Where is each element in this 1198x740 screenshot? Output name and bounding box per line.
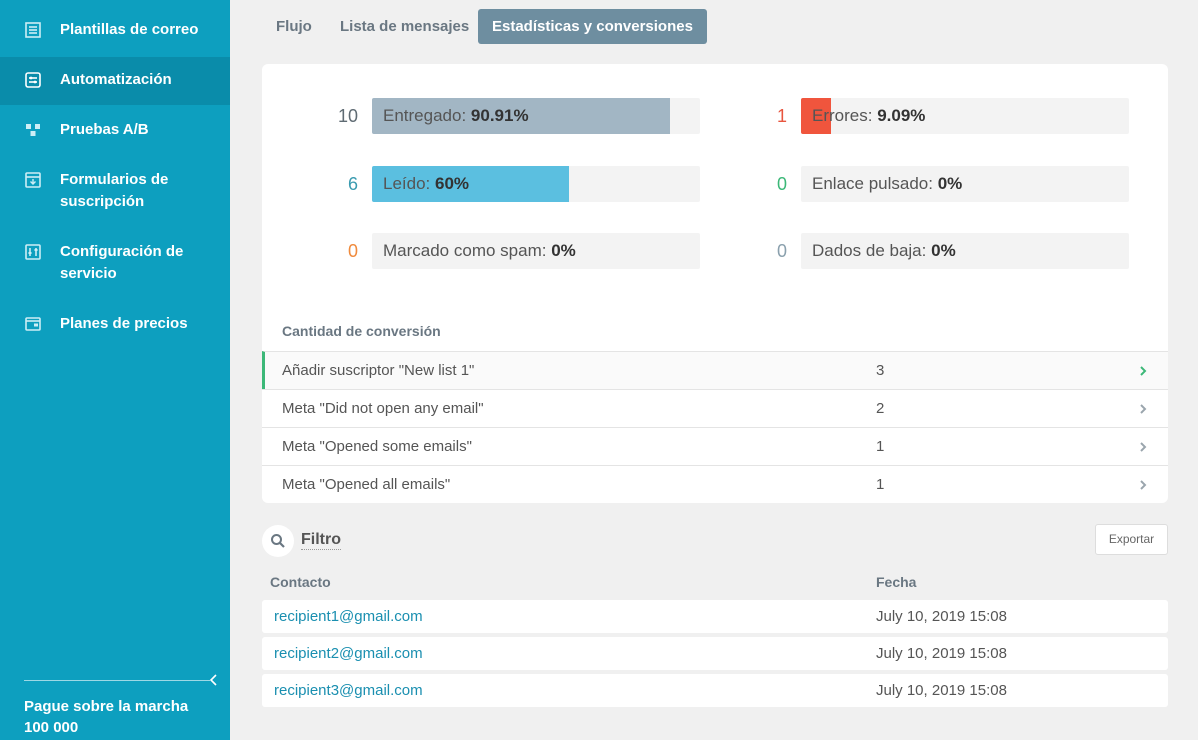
- stat-label: Marcado como spam: 0%: [383, 241, 576, 260]
- stat-label: Dados de baja: 0%: [812, 241, 956, 260]
- stat-count-delivered: 10: [337, 106, 358, 126]
- stat-label: Leído: 60%: [383, 174, 470, 193]
- ab-test-icon: [24, 121, 42, 139]
- tab-stats-conversions[interactable]: Estadísticas y conversiones: [478, 9, 707, 44]
- stat-bar-link-clicked: Enlace pulsado: 0%: [801, 166, 1129, 202]
- sidebar-item-label: Pruebas A/B: [60, 121, 149, 138]
- stat-bar-unsubscribed: Dados de baja: 0%: [801, 233, 1129, 269]
- stat-label: Enlace pulsado: 0%: [812, 174, 963, 193]
- sidebar-item-label: Formularios de suscripción: [60, 171, 169, 210]
- contact-email-link[interactable]: recipient1@gmail.com: [274, 600, 423, 633]
- sidebar-item-automation[interactable]: Automatización: [0, 57, 230, 105]
- stat-count-unsubscribed: 0: [776, 241, 787, 261]
- tab-flow[interactable]: Flujo: [262, 9, 326, 44]
- sidebar: Plantillas de correo Automatización Prue…: [0, 0, 230, 740]
- filter-toggle[interactable]: Filtro: [301, 531, 341, 550]
- chevron-right-icon[interactable]: [1137, 440, 1149, 452]
- current-plan: Pague sobre la marcha 100 000: [24, 698, 189, 736]
- table-row: recipient2@gmail.com July 10, 2019 15:08: [262, 637, 1168, 670]
- conversion-row[interactable]: Meta "Opened some emails" 1: [262, 427, 1168, 465]
- chevron-right-icon[interactable]: [1137, 402, 1149, 414]
- collapse-sidebar-icon[interactable]: [207, 673, 221, 687]
- conversion-row[interactable]: Añadir suscriptor "New list 1" 3: [262, 351, 1168, 389]
- sidebar-divider: [24, 680, 210, 681]
- search-icon[interactable]: [262, 525, 294, 557]
- chevron-right-icon[interactable]: [1137, 364, 1149, 376]
- form-icon: [24, 171, 42, 189]
- stat-label: Entregado: 90.91%: [383, 106, 529, 125]
- stat-count-read: 6: [347, 174, 358, 194]
- sidebar-item-service-settings[interactable]: Configuración de servicio: [0, 241, 230, 285]
- stat-bar-errors: Errores: 9.09%: [801, 98, 1129, 134]
- conversion-count: 3: [876, 362, 885, 379]
- contact-date: July 10, 2019 15:08: [876, 682, 1007, 699]
- contact-date: July 10, 2019 15:08: [876, 608, 1007, 625]
- email-template-icon: [24, 21, 42, 39]
- conversion-name: Meta "Opened all emails": [282, 476, 451, 493]
- tab-message-list[interactable]: Lista de mensajes: [326, 9, 483, 44]
- sidebar-item-label: Plantillas de correo: [60, 21, 199, 38]
- conversion-row[interactable]: Meta "Opened all emails" 1: [262, 465, 1168, 503]
- column-header-date[interactable]: Fecha: [876, 574, 916, 590]
- chevron-right-icon[interactable]: [1137, 478, 1149, 490]
- table-row: recipient3@gmail.com July 10, 2019 15:08: [262, 674, 1168, 707]
- contact-email-link[interactable]: recipient3@gmail.com: [274, 674, 423, 707]
- settings-icon: [24, 243, 42, 261]
- sidebar-item-label: Automatización: [60, 71, 172, 88]
- contact-email-link[interactable]: recipient2@gmail.com: [274, 637, 423, 670]
- conversion-count: 1: [876, 476, 885, 493]
- wallet-icon: [24, 315, 42, 333]
- conversions-title: Cantidad de conversión: [282, 323, 441, 339]
- sidebar-item-email-templates[interactable]: Plantillas de correo: [0, 19, 230, 41]
- table-row: recipient1@gmail.com July 10, 2019 15:08: [262, 600, 1168, 633]
- conversion-name: Añadir suscriptor "New list 1": [282, 362, 475, 379]
- stats-card: 10 Entregado: 90.91% 1 Errores: 9.09% 6 …: [262, 64, 1168, 503]
- conversion-count: 2: [876, 400, 885, 417]
- conversion-count: 1: [876, 438, 885, 455]
- column-header-contact[interactable]: Contacto: [270, 574, 331, 590]
- stat-label: Errores: 9.09%: [812, 106, 926, 125]
- conversion-name: Meta "Opened some emails": [282, 438, 472, 455]
- stat-bar-delivered: Entregado: 90.91%: [372, 98, 700, 134]
- sidebar-item-subscription-forms[interactable]: Formularios de suscripción: [0, 169, 230, 213]
- conversion-name: Meta "Did not open any email": [282, 400, 484, 417]
- sidebar-item-ab-tests[interactable]: Pruebas A/B: [0, 119, 230, 141]
- automation-icon: [24, 71, 42, 89]
- sidebar-item-label: Planes de precios: [60, 315, 188, 332]
- sidebar-item-label: Configuración de servicio: [60, 243, 184, 282]
- stat-count-errors: 1: [776, 106, 787, 126]
- stat-count-link-clicked: 0: [776, 174, 787, 194]
- export-button[interactable]: Exportar: [1095, 524, 1168, 555]
- conversion-row[interactable]: Meta "Did not open any email" 2: [262, 389, 1168, 427]
- stat-bar-read: Leído: 60%: [372, 166, 700, 202]
- sidebar-item-pricing-plans[interactable]: Planes de precios: [0, 313, 230, 335]
- stat-bar-spam: Marcado como spam: 0%: [372, 233, 700, 269]
- contact-date: July 10, 2019 15:08: [876, 645, 1007, 662]
- stat-count-spam: 0: [347, 241, 358, 261]
